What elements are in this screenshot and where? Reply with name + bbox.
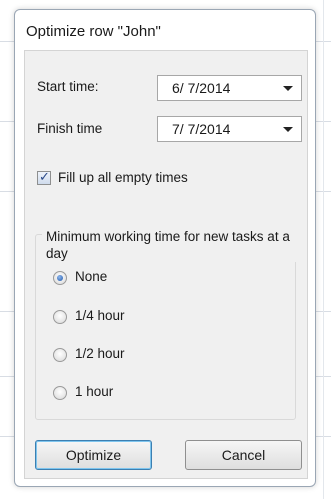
finish-time-label: Finish time bbox=[37, 121, 103, 136]
radio-quarter-hour[interactable] bbox=[53, 310, 67, 324]
dialog-title: Optimize row "John" bbox=[26, 23, 161, 40]
start-time-picker[interactable]: 6/ 7/2014 bbox=[157, 75, 302, 101]
radio-none-label[interactable]: None bbox=[75, 269, 107, 284]
radio-one-hour-label[interactable]: 1 hour bbox=[75, 384, 113, 399]
checkmark-icon: ✓ bbox=[39, 169, 50, 184]
start-time-label: Start time: bbox=[37, 79, 99, 94]
optimize-button[interactable]: Optimize bbox=[35, 440, 152, 470]
start-time-value: 6/ 7/2014 bbox=[172, 80, 231, 96]
chevron-down-icon[interactable] bbox=[283, 127, 293, 132]
fill-empty-checkbox[interactable]: ✓ bbox=[37, 169, 51, 185]
radio-half-hour-label[interactable]: 1/2 hour bbox=[75, 346, 125, 361]
fill-empty-label[interactable]: Fill up all empty times bbox=[58, 170, 188, 185]
finish-time-value: 7/ 7/2014 bbox=[172, 121, 231, 137]
min-working-time-legend: Minimum working time for new tasks at a … bbox=[42, 228, 302, 262]
radio-none[interactable] bbox=[53, 271, 67, 285]
chevron-down-icon[interactable] bbox=[283, 86, 293, 91]
cancel-button[interactable]: Cancel bbox=[185, 440, 302, 470]
finish-time-picker[interactable]: 7/ 7/2014 bbox=[157, 116, 302, 142]
radio-half-hour[interactable] bbox=[53, 348, 67, 362]
radio-quarter-hour-label[interactable]: 1/4 hour bbox=[75, 308, 125, 323]
background-gridline bbox=[323, 0, 324, 499]
optimize-row-dialog: Optimize row "John" Start time: 6/ 7/201… bbox=[14, 9, 316, 487]
radio-one-hour[interactable] bbox=[53, 386, 67, 400]
